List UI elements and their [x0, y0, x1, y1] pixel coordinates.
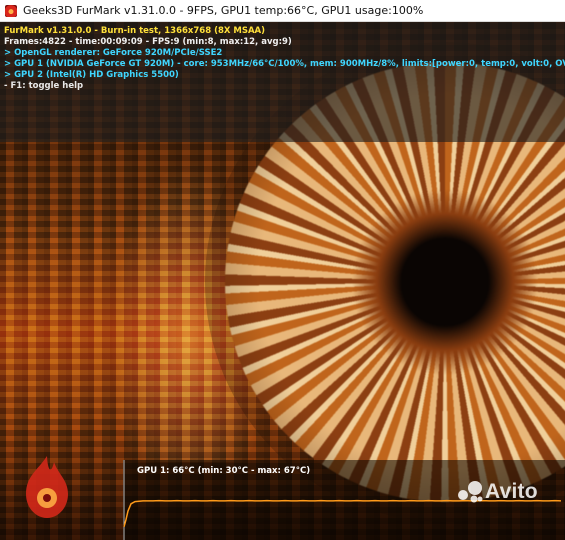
hud-gpu1-line: > GPU 1 (NVIDIA GeForce GT 920M) - core:…	[4, 59, 565, 69]
temperature-line	[123, 499, 562, 528]
watermark-text: Avito	[485, 480, 538, 503]
avito-watermark: Avito	[455, 480, 538, 504]
window-title: Geeks3D FurMark v1.31.0.0 - 9FPS, GPU1 t…	[23, 4, 424, 17]
furmark-app-icon[interactable]	[5, 4, 17, 17]
hud-renderer-line: > OpenGL renderer: GeForce 920M/PCIe/SSE…	[4, 48, 223, 58]
hud-title-line: FurMark v1.31.0.0 - Burn-in test, 1366x7…	[4, 26, 266, 36]
temperature-graph-label: GPU 1: 66°C (min: 30°C - max: 67°C)	[137, 466, 311, 476]
window-titlebar[interactable]: Geeks3D FurMark v1.31.0.0 - 9FPS, GPU1 t…	[0, 0, 565, 22]
render-viewport: FurMark v1.31.0.0 - Burn-in test, 1366x7…	[0, 22, 565, 540]
hud-frames-line: Frames:4822 - time:00:09:09 - FPS:9 (min…	[4, 37, 292, 47]
avito-dots-icon	[458, 481, 483, 503]
hud-info-panel: FurMark v1.31.0.0 - Burn-in test, 1366x7…	[4, 26, 565, 92]
hud-gpu2-line: > GPU 2 (Intel(R) HD Graphics 5500)	[4, 70, 179, 80]
furmark-flame-logo-icon	[26, 456, 68, 518]
hud-help-line: - F1: toggle help	[4, 81, 84, 91]
